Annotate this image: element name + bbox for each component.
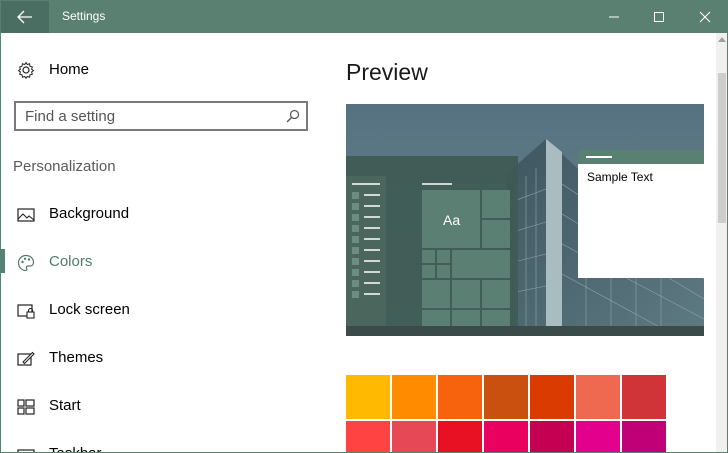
back-arrow-icon [17, 10, 32, 24]
window-title: Settings [62, 9, 106, 23]
gear-icon [17, 61, 35, 79]
picture-icon [17, 208, 35, 222]
color-swatch[interactable] [484, 375, 528, 419]
sidebar-item-label: Colors [49, 253, 93, 270]
sidebar-item-label: Lock screen [49, 301, 130, 318]
nav-home-label: Home [49, 61, 90, 78]
color-swatch[interactable] [392, 421, 436, 452]
lock-screen-icon [17, 304, 35, 319]
search-box[interactable] [14, 101, 308, 131]
preview-image [346, 104, 704, 336]
maximize-icon [654, 12, 664, 22]
preview-tile-label: Aa [443, 212, 461, 228]
sidebar-item-label: Background [49, 205, 130, 222]
sidebar-item-background[interactable]: Background [1, 197, 321, 233]
color-swatch[interactable] [484, 421, 528, 452]
vertical-scrollbar[interactable] [716, 33, 727, 452]
section-title: Personalization [13, 158, 116, 175]
sidebar-item-themes[interactable]: Themes [1, 341, 321, 377]
color-swatch[interactable] [438, 375, 482, 419]
scrollbar-thumb[interactable] [718, 73, 726, 223]
preview-sample-text: Sample Text [587, 170, 653, 184]
close-button[interactable] [682, 1, 727, 33]
color-swatch[interactable] [576, 421, 620, 452]
color-swatch[interactable] [346, 375, 390, 419]
nav-home[interactable]: Home [1, 53, 321, 89]
start-icon [17, 399, 35, 415]
sidebar-item-label: Taskbar [49, 445, 102, 452]
themes-icon [17, 351, 35, 366]
palette-icon [17, 254, 35, 272]
sidebar-item-taskbar[interactable]: Taskbar [1, 437, 321, 452]
sidebar-item-start[interactable]: Start [1, 389, 321, 425]
color-swatch[interactable] [622, 421, 666, 452]
search-input[interactable] [25, 106, 275, 126]
color-swatch[interactable] [530, 375, 574, 419]
search-icon[interactable] [286, 109, 300, 123]
close-icon [699, 11, 711, 23]
sidebar-item-lock-screen[interactable]: Lock screen [1, 293, 321, 329]
active-indicator [1, 249, 5, 273]
sidebar: Home Personalization Background [1, 33, 331, 452]
main-content: Preview Aa Sample Text [331, 33, 717, 452]
maximize-button[interactable] [636, 1, 682, 33]
theme-preview: Aa Sample Text [346, 104, 704, 336]
accent-color-grid [346, 375, 668, 452]
color-swatch[interactable] [576, 375, 620, 419]
sidebar-item-label: Start [49, 397, 81, 414]
minimize-button[interactable] [591, 1, 637, 33]
minimize-icon [609, 16, 619, 18]
sidebar-item-colors[interactable]: Colors [1, 245, 321, 281]
scroll-up-button[interactable] [716, 33, 727, 45]
back-button[interactable] [1, 1, 49, 33]
taskbar-icon [17, 449, 35, 452]
color-swatch[interactable] [392, 375, 436, 419]
color-swatch[interactable] [530, 421, 574, 452]
color-swatch[interactable] [622, 375, 666, 419]
title-bar: Settings [1, 1, 727, 33]
sidebar-item-label: Themes [49, 349, 104, 366]
chevron-up-icon [718, 37, 726, 42]
settings-window: Settings Home Find a setting Personaliza… [0, 0, 728, 453]
color-swatch[interactable] [438, 421, 482, 452]
page-title: Preview [346, 59, 428, 85]
color-swatch[interactable] [346, 421, 390, 452]
